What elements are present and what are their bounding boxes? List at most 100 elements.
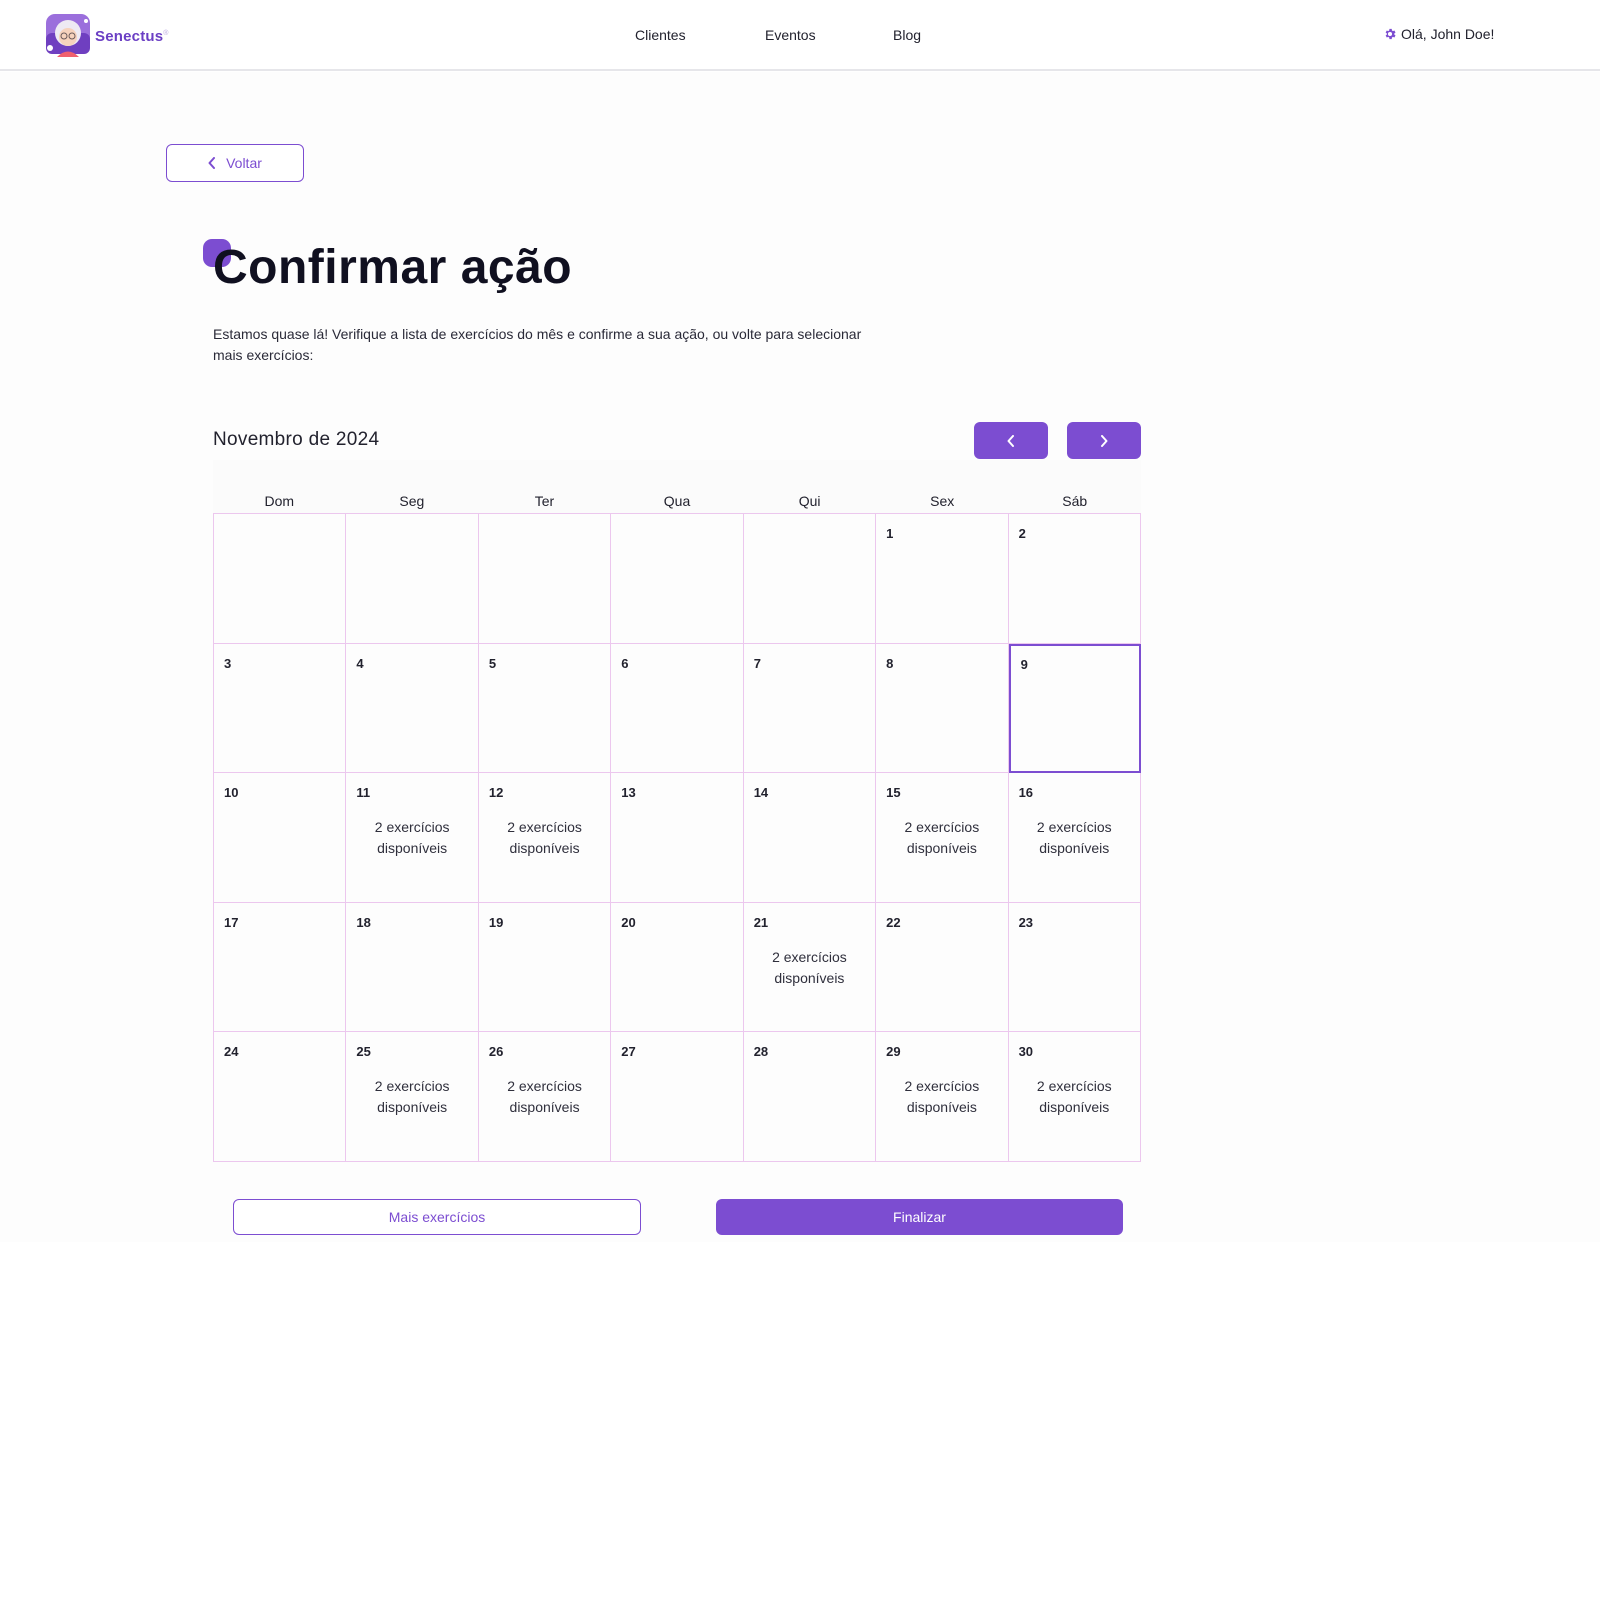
top-navbar: Senectus® Clientes Eventos Blog Olá, Joh… [0, 0, 1600, 71]
calendar-day-cell[interactable]: 5 [478, 643, 612, 774]
day-number: 1 [886, 526, 894, 541]
calendar-day-cell[interactable]: 18 [346, 902, 479, 1033]
available-exercises-text: 2 exercícios disponíveis [507, 819, 582, 857]
calendar-day-cell[interactable]: 25 2 exercícios disponíveis [346, 1032, 479, 1162]
calendar-empty-cell [478, 514, 612, 644]
day-number: 26 [488, 1044, 504, 1060]
page-title: Confirmar ação [213, 241, 573, 294]
day-number: 14 [753, 785, 769, 801]
chevron-right-icon [1101, 434, 1108, 447]
calendar-day-cell[interactable]: 6 [611, 643, 744, 774]
day-number: 24 [224, 1044, 239, 1060]
next-month-button[interactable] [1067, 422, 1141, 459]
calendar-day-cell[interactable]: 8 [876, 643, 1009, 774]
weekday-label: Dom [264, 493, 295, 509]
day-number: 19 [488, 914, 504, 930]
weekday-label: Ter [534, 493, 555, 509]
calendar-day-cell[interactable]: 14 [743, 773, 877, 903]
calendar-day-cell[interactable]: 24 [214, 1032, 347, 1162]
calendar-day-cell[interactable]: 3 [214, 643, 347, 774]
day-number: 16 [1018, 785, 1034, 801]
calendar-day-cell[interactable]: 1 [876, 514, 1009, 644]
chevron-left-icon [208, 157, 216, 169]
day-number: 25 [356, 1044, 371, 1060]
calendar-day-cell[interactable]: 4 [346, 643, 479, 774]
prev-month-button[interactable] [974, 422, 1048, 459]
page-description: Estamos quase lá! Verifique a lista de e… [213, 326, 862, 363]
nav-eventos[interactable]: Eventos [765, 27, 816, 43]
available-exercises-text: 2 exercícios disponíveis [904, 1078, 980, 1116]
calendar-day-cell[interactable]: 27 [611, 1032, 744, 1162]
calendar-day-cell[interactable]: 19 [478, 902, 612, 1033]
senectus-logo-icon [45, 13, 91, 59]
calendar-day-cell[interactable]: 7 [743, 643, 877, 774]
chevron-left-icon [1007, 434, 1014, 447]
day-number: 18 [356, 914, 371, 930]
back-button-label: Voltar [226, 155, 262, 171]
day-number: 12 [488, 785, 504, 801]
calendar-month-label: Novembro de 2024 [213, 429, 380, 450]
day-number: 5 [488, 655, 497, 671]
calendar-day-cell[interactable]: 10 [214, 773, 347, 903]
calendar-day-cell[interactable]: 20 [611, 902, 744, 1033]
day-number: 17 [224, 914, 239, 930]
calendar-day-cell[interactable]: 13 [611, 773, 744, 903]
brand-logo[interactable]: Senectus® [45, 13, 169, 59]
available-exercises-text: 2 exercícios disponíveis [772, 948, 847, 986]
day-number: 21 [753, 914, 769, 930]
available-exercises-text: 2 exercícios disponíveis [1036, 1078, 1112, 1116]
calendar-day-cell[interactable]: 12 2 exercícios disponíveis [478, 773, 612, 903]
weekday-label: Sáb [1062, 493, 1088, 509]
calendar-day-cell[interactable]: 30 2 exercícios disponíveis [1008, 1032, 1141, 1162]
nav-clientes[interactable]: Clientes [635, 27, 686, 43]
nav-blog[interactable]: Blog [893, 27, 921, 43]
calendar-empty-cell [214, 514, 347, 644]
calendar-empty-cell [346, 514, 479, 644]
calendar-day-cell[interactable]: 23 [1008, 902, 1141, 1033]
day-number: 9 [1020, 656, 1028, 672]
day-number: 28 [753, 1044, 769, 1060]
calendar-day-cell[interactable]: 15 2 exercícios disponíveis [876, 773, 1009, 903]
day-number: 30 [1018, 1044, 1034, 1060]
calendar-weekday-header: Dom Seg Ter Qua Qui Sex Sáb [213, 460, 1141, 513]
available-exercises-text: 2 exercícios disponíveis [374, 819, 450, 857]
day-number: 13 [621, 785, 636, 801]
finish-button[interactable]: Finalizar [716, 1199, 1123, 1235]
weekday-label: Seg [399, 493, 425, 509]
day-number: 27 [621, 1044, 636, 1060]
user-menu[interactable]: Olá, John Doe! [1383, 26, 1494, 42]
back-button[interactable]: Voltar [166, 144, 304, 182]
day-number: 29 [886, 1044, 901, 1060]
calendar-empty-cell [743, 514, 877, 644]
calendar-day-cell[interactable]: 2 [1008, 514, 1141, 644]
day-number: 10 [224, 785, 239, 801]
more-exercises-button[interactable]: Mais exercícios [233, 1199, 641, 1235]
day-number: 8 [886, 655, 894, 671]
calendar-day-cell[interactable]: 17 [214, 902, 347, 1033]
calendar-day-cell[interactable]: 16 2 exercícios disponíveis [1008, 773, 1141, 903]
available-exercises-text: 2 exercícios disponíveis [507, 1078, 582, 1116]
weekday-label: Qui [798, 493, 821, 509]
user-greeting: Olá, John Doe! [1401, 26, 1495, 42]
brand-name: Senectus® [95, 27, 169, 45]
day-number: 20 [621, 914, 636, 930]
day-number: 7 [753, 655, 761, 671]
day-number: 11 [356, 785, 371, 801]
calendar-day-cell[interactable]: 22 [876, 902, 1009, 1033]
gear-icon [1385, 28, 1396, 40]
calendar-day-cell[interactable]: 29 2 exercícios disponíveis [876, 1032, 1009, 1162]
calendar-day-cell[interactable]: 26 2 exercícios disponíveis [478, 1032, 612, 1162]
calendar-day-cell[interactable]: 11 2 exercícios disponíveis [346, 773, 479, 903]
weekday-label: Qua [663, 493, 691, 509]
day-number: 22 [886, 914, 901, 930]
day-number: 23 [1018, 914, 1034, 930]
day-number: 15 [886, 785, 901, 801]
calendar-day-cell[interactable]: 9 [1008, 643, 1141, 774]
calendar-day-cell[interactable]: 21 2 exercícios disponíveis [743, 902, 877, 1033]
weekday-label: Sex [930, 493, 955, 509]
calendar-grid: 1 2 3 4 5 6 7 8 9 10 11 2 exercícios disponíveis 12 2… [213, 513, 1141, 1162]
available-exercises-text: 2 exercícios disponíveis [904, 819, 980, 857]
day-number: 6 [621, 655, 629, 671]
calendar-day-cell[interactable]: 28 [743, 1032, 877, 1162]
available-exercises-text: 2 exercícios disponíveis [1036, 819, 1112, 857]
